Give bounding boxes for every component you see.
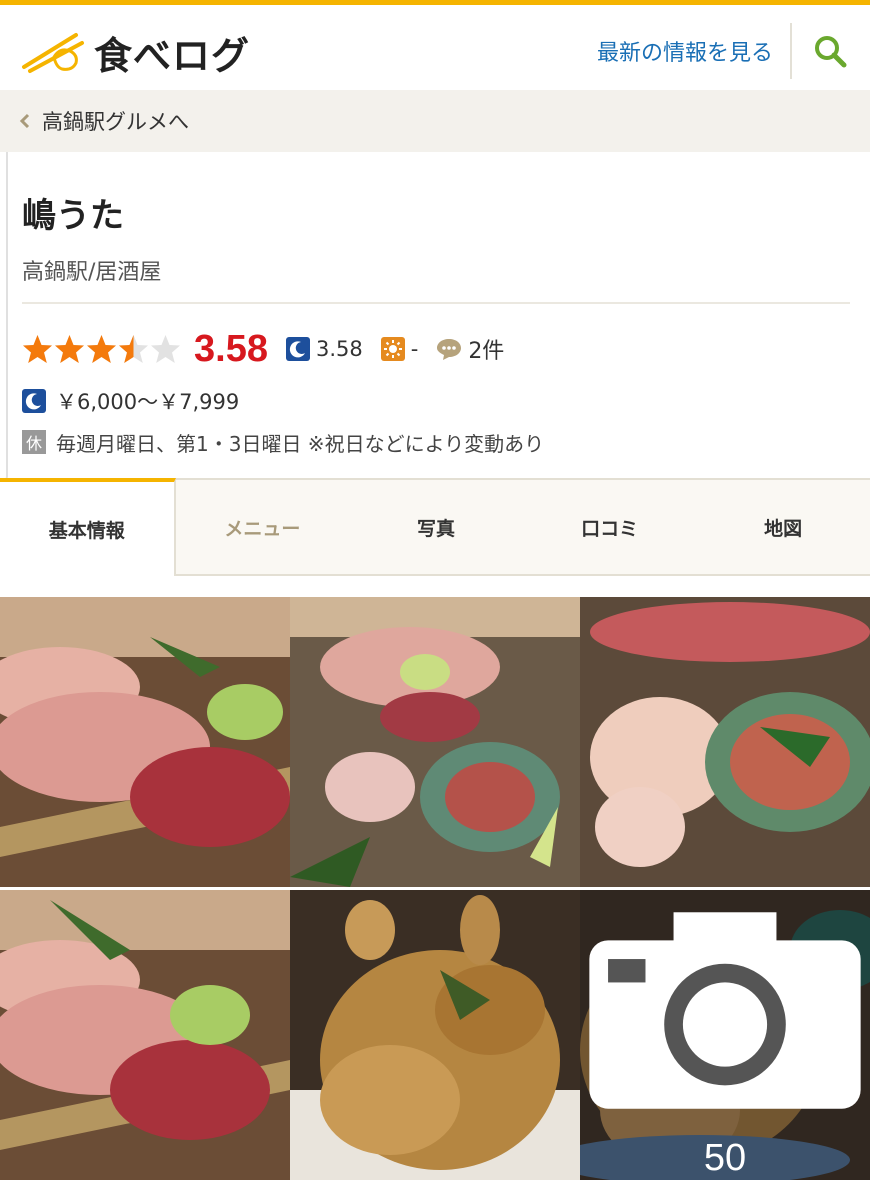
shop-area-genre: 高鍋駅/居酒屋 bbox=[22, 260, 162, 285]
latest-info-link[interactable]: 最新の情報を見る bbox=[597, 35, 773, 67]
photo-count: 50 bbox=[703, 1137, 747, 1179]
star-icon bbox=[119, 334, 148, 363]
chevron-left-icon bbox=[19, 113, 30, 129]
logo-text: 食べログ bbox=[94, 33, 251, 78]
photo-thumbnail[interactable] bbox=[580, 597, 870, 887]
tab-map[interactable]: 地図 bbox=[696, 480, 870, 574]
divider bbox=[22, 302, 850, 304]
star-rating bbox=[22, 334, 182, 365]
photo-more-overlay: 50 bbox=[580, 890, 870, 1180]
search-button[interactable] bbox=[808, 29, 852, 73]
tab-menu[interactable]: メニュー bbox=[176, 480, 350, 574]
photo-thumbnail[interactable] bbox=[290, 890, 580, 1180]
photo-thumbnail[interactable] bbox=[0, 597, 290, 887]
moon-icon bbox=[22, 389, 46, 413]
dinner-price: ￥6,000～￥7,999 bbox=[56, 390, 240, 414]
star-icon bbox=[55, 334, 84, 363]
holiday-row: 休 毎週月曜日、第1・3日曜日 ※祝日などにより変動あり bbox=[22, 427, 544, 457]
moon-icon bbox=[285, 337, 310, 361]
lunch-score: - bbox=[410, 337, 419, 361]
price-row: ￥6,000～￥7,999 bbox=[22, 386, 239, 416]
dinner-score: 3.58 bbox=[315, 337, 363, 361]
header-divider bbox=[790, 23, 792, 79]
breadcrumb-label: 高鍋駅グルメへ bbox=[42, 110, 189, 134]
star-icon bbox=[87, 334, 116, 363]
photo-thumbnail[interactable] bbox=[290, 597, 580, 887]
tab-photos[interactable]: 写真 bbox=[349, 480, 523, 574]
camera-icon bbox=[589, 912, 861, 1109]
review-count[interactable]: 2件 bbox=[468, 333, 504, 365]
sun-icon bbox=[380, 337, 405, 361]
tab-basic-info[interactable]: 基本情報 bbox=[0, 478, 176, 576]
search-icon bbox=[815, 36, 847, 68]
rating-score: 3.58 bbox=[194, 327, 268, 370]
star-icon bbox=[23, 334, 52, 363]
rating-row: 3.58 3.58 - 2件 bbox=[22, 324, 504, 374]
photo-thumbnail-more[interactable]: 50 bbox=[580, 890, 870, 1180]
photo-thumbnail[interactable] bbox=[0, 890, 290, 1180]
comment-icon bbox=[437, 339, 462, 360]
top-header: 食べログ 最新の情報を見る bbox=[0, 0, 870, 90]
photo-gallery: 50 bbox=[0, 597, 870, 1180]
tab-bar: 基本情報 メニュー 写真 口コミ 地図 bbox=[0, 478, 870, 576]
breadcrumb[interactable]: 高鍋駅グルメへ bbox=[0, 90, 870, 152]
chopsticks-logo-icon bbox=[22, 33, 84, 73]
holiday-text: 毎週月曜日、第1・3日曜日 ※祝日などにより変動あり bbox=[56, 431, 545, 456]
shop-name: 嶋うた bbox=[22, 196, 124, 236]
tab-reviews[interactable]: 口コミ bbox=[523, 480, 697, 574]
star-icon bbox=[151, 334, 180, 363]
holiday-badge: 休 bbox=[22, 430, 46, 454]
logo[interactable]: 食べログ bbox=[20, 27, 251, 78]
